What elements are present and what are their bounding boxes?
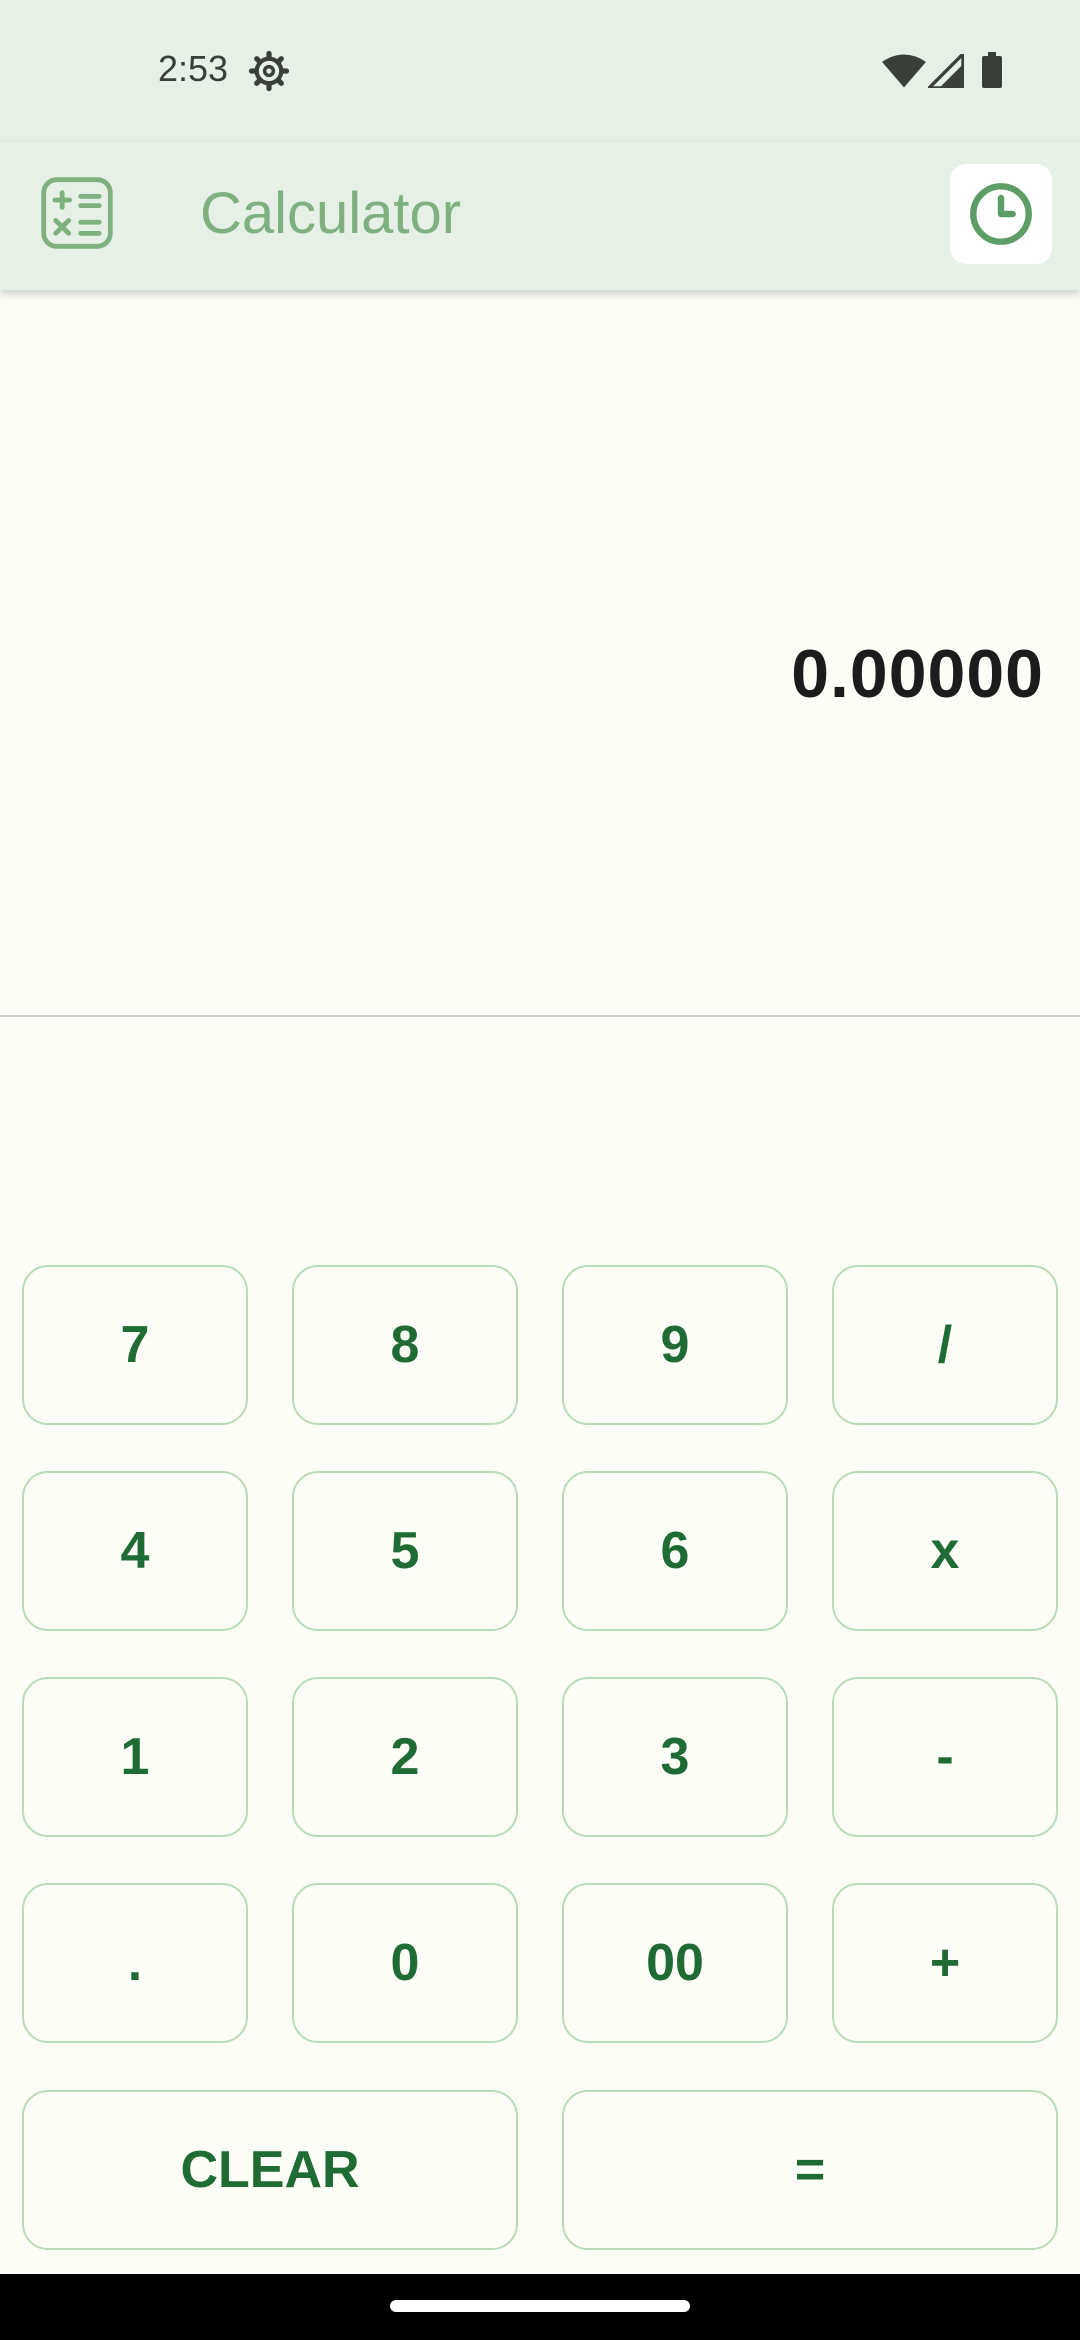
key-7[interactable]: 7	[22, 1265, 248, 1425]
status-time: 2:53	[158, 48, 229, 89]
calculator-icon	[41, 177, 113, 249]
key-8[interactable]: 8	[292, 1265, 518, 1425]
key-1[interactable]: 1	[22, 1677, 248, 1837]
key-subtract[interactable]: -	[832, 1677, 1058, 1837]
key-6[interactable]: 6	[562, 1471, 788, 1631]
clock-icon	[970, 183, 1032, 245]
key-multiply[interactable]: x	[832, 1471, 1058, 1631]
display-divider	[0, 1015, 1080, 1017]
clear-button[interactable]: CLEAR	[22, 2090, 518, 2250]
key-2[interactable]: 2	[292, 1677, 518, 1837]
key-decimal[interactable]: .	[22, 1883, 248, 2043]
key-3[interactable]: 3	[562, 1677, 788, 1837]
history-button[interactable]	[950, 164, 1052, 264]
key-add[interactable]: +	[832, 1883, 1058, 2043]
home-gesture-handle[interactable]	[390, 2300, 690, 2312]
app-title: Calculator	[200, 181, 462, 246]
key-4[interactable]: 4	[22, 1471, 248, 1631]
app-bar: Calculator	[0, 142, 1080, 290]
key-9[interactable]: 9	[562, 1265, 788, 1425]
battery-icon	[982, 52, 1002, 88]
gear-icon	[248, 50, 290, 92]
status-bar: 2:53	[0, 0, 1080, 142]
cellular-signal-icon	[928, 54, 964, 88]
result-display: 0.00000	[791, 636, 1044, 712]
key-0[interactable]: 0	[292, 1883, 518, 2043]
key-00[interactable]: 00	[562, 1883, 788, 2043]
equals-button[interactable]: =	[562, 2090, 1058, 2250]
key-divide[interactable]: /	[832, 1265, 1058, 1425]
key-5[interactable]: 5	[292, 1471, 518, 1631]
wifi-icon	[882, 54, 926, 88]
